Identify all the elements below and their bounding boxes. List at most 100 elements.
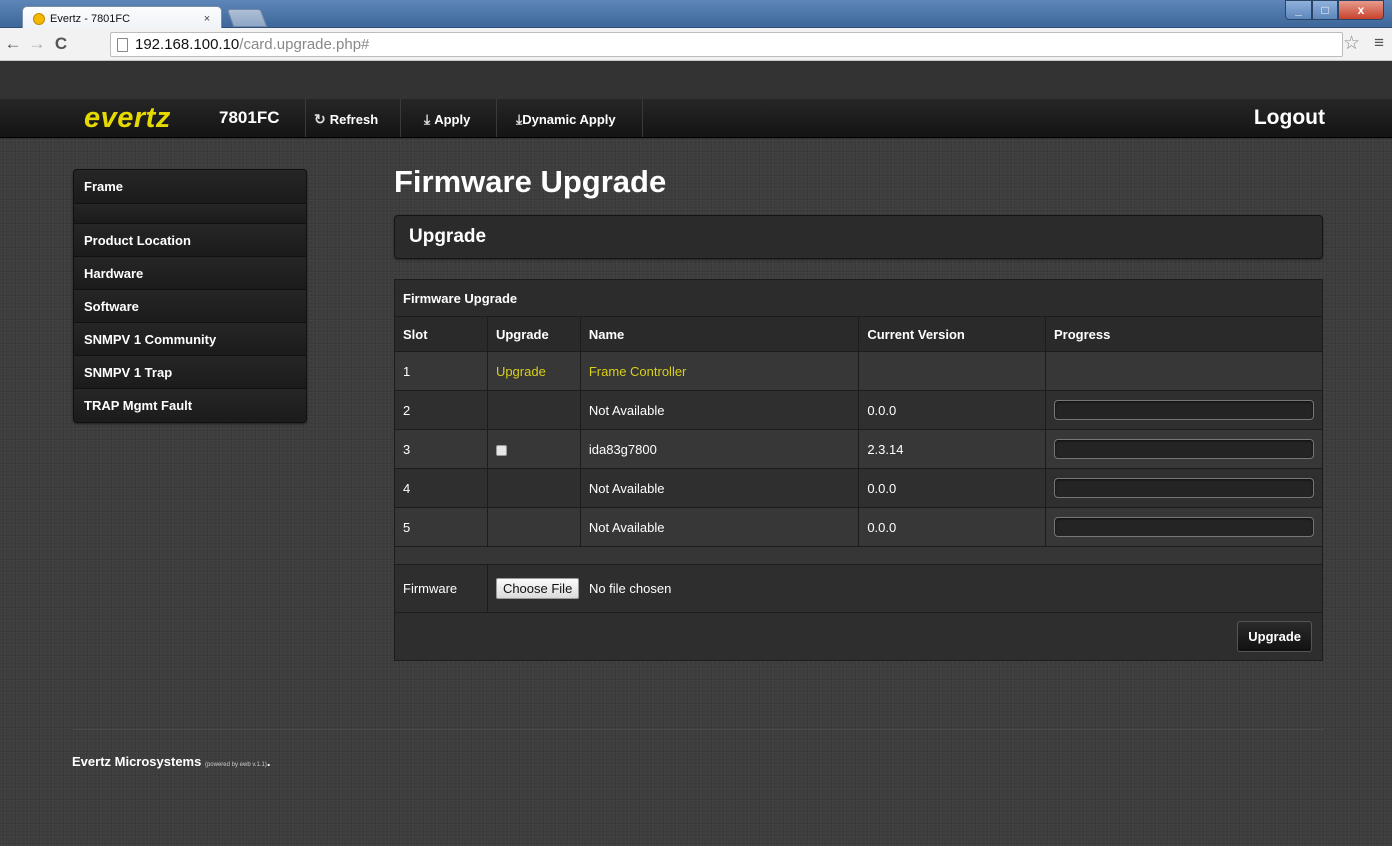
progress-cell [1044,507,1324,547]
version-cell: 0.0.0 [858,468,1046,508]
version-cell [858,351,1046,391]
upgrade-button[interactable]: Upgrade [1237,621,1312,652]
version-cell: 2.3.14 [858,429,1046,469]
forward-button[interactable]: → [26,34,48,54]
window-controls: _ □ x [1285,0,1384,20]
browser-tab[interactable]: Evertz - 7801FC × [22,6,222,30]
reload-button[interactable]: C [50,34,72,54]
upgrade-checkbox[interactable] [495,444,507,456]
dynamic-apply-button[interactable]: ⤓ Dynamic Apply [516,111,616,128]
sidebar-item-product-location[interactable]: Product Location [74,224,306,257]
maximize-button[interactable]: □ [1312,0,1338,20]
sidebar-item-hardware[interactable]: Hardware [74,257,306,290]
browser-menu-icon[interactable]: ≡ [1374,33,1384,53]
upgrade-cell [486,390,581,430]
close-window-button[interactable]: x [1338,0,1384,20]
firmware-upgrade-table: Firmware Upgrade Slot Upgrade Name Curre… [394,279,1324,661]
progress-cell [1044,429,1324,469]
progress-bar [1053,478,1314,498]
name-cell: Not Available [579,468,860,508]
browser-titlebar: Evertz - 7801FC × _ □ x [0,0,1392,30]
column-header-slot: Slot [394,316,488,352]
refresh-icon: ↻ [314,111,326,127]
table-row: 2 Not Available 0.0.0 [394,390,1324,430]
new-tab-button[interactable] [226,9,268,27]
name-cell: Not Available [579,390,860,430]
logout-button[interactable]: Logout [1254,106,1325,130]
choose-file-button[interactable]: Choose File [495,578,580,599]
spacer-cell [394,546,1323,565]
tab-title: Evertz - 7801FC [50,12,131,25]
sidebar-nav: Frame Product Location Hardware Software… [73,169,307,423]
sidebar-item-snmpv1-community[interactable]: SNMPV 1 Community [74,323,306,356]
table-row: 1 Upgrade Frame Controller [394,351,1324,391]
tab-close-icon[interactable]: × [201,13,213,25]
footer-dot: . [266,754,271,769]
refresh-button[interactable]: ↻ Refresh [314,111,378,128]
page-title: Firmware Upgrade [394,164,667,199]
app-header: evertz 7801FC ↻ Refresh ⤓ Apply ⤓ Dynami… [0,99,1392,138]
progress-bar [1053,400,1314,420]
page-icon [117,37,128,52]
upgrade-cell [486,507,581,547]
name-cell: Frame Controller [579,351,860,391]
table-row: 4 Not Available 0.0.0 [394,468,1324,508]
progress-bar [1053,439,1314,459]
progress-bar [1053,517,1314,537]
slot-cell: 1 [394,351,488,391]
sidebar-item-blank [74,204,306,224]
file-input-cell: Choose File No file chosen [486,564,1324,613]
file-status-text: No file chosen [588,581,672,596]
minimize-button[interactable]: _ [1285,0,1312,20]
footer-divider [73,729,1324,730]
device-model: 7801FC [219,108,280,127]
section-header: Upgrade [394,215,1323,259]
content-area: Frame Product Location Hardware Software… [0,139,1392,846]
back-button[interactable]: ← [2,34,24,54]
firmware-file-row: Firmware Choose File No file chosen [394,564,1324,613]
browser-toolbar: ← → C 192.168.100.10/card.upgrade.php# ☆… [0,28,1392,61]
table-caption: Firmware Upgrade [394,279,1323,317]
action-row: Upgrade [394,612,1323,661]
slot-cell: 3 [394,429,488,469]
url-host: 192.168.100.10 [135,36,240,53]
header-divider [642,99,643,137]
version-cell: 0.0.0 [858,390,1046,430]
footer: Evertz Microsystems (powered by ewb v.1.… [72,754,271,769]
column-header-progress: Progress [1044,316,1324,352]
upgrade-cell [486,468,581,508]
download-arrow-icon: ⤓ [424,111,431,127]
sidebar-item-trap-mgmt-fault[interactable]: TRAP Mgmt Fault [74,389,306,422]
firmware-label: Firmware [394,564,488,613]
progress-cell [1044,351,1324,391]
table-row: 5 Not Available 0.0.0 [394,507,1324,547]
upgrade-link[interactable]: Upgrade [486,351,581,391]
progress-cell [1044,468,1324,508]
table-row: 3 ida83g7800 2.3.14 [394,429,1324,469]
apply-button[interactable]: ⤓ Apply [424,111,470,128]
sidebar-item-snmpv1-trap[interactable]: SNMPV 1 Trap [74,356,306,389]
table-header-row: Slot Upgrade Name Current Version Progre… [394,316,1324,352]
slot-cell: 5 [394,507,488,547]
action-cell: Upgrade [394,612,1323,661]
footer-powered-by: (powered by ewb v.1.1) [204,762,267,768]
address-bar[interactable]: 192.168.100.10/card.upgrade.php# [110,32,1343,57]
slot-cell: 4 [394,468,488,508]
version-cell: 0.0.0 [858,507,1046,547]
header-divider [305,99,306,137]
column-header-current-version: Current Version [858,316,1046,352]
column-header-name: Name [579,316,860,352]
table-spacer-row [394,546,1323,565]
url-path: /card.upgrade.php# [239,36,370,53]
slot-cell: 2 [394,390,488,430]
apply-label: Apply [434,112,471,127]
header-divider [400,99,401,137]
footer-company: Evertz Microsystems [72,754,202,769]
bookmark-star-icon[interactable]: ☆ [1343,32,1360,55]
sidebar-item-software[interactable]: Software [74,290,306,323]
name-cell: ida83g7800 [579,429,860,469]
progress-cell [1044,390,1324,430]
dynamic-apply-label: Dynamic Apply [522,112,616,127]
sidebar-item-frame[interactable]: Frame [74,170,306,204]
upgrade-cell [486,429,581,469]
